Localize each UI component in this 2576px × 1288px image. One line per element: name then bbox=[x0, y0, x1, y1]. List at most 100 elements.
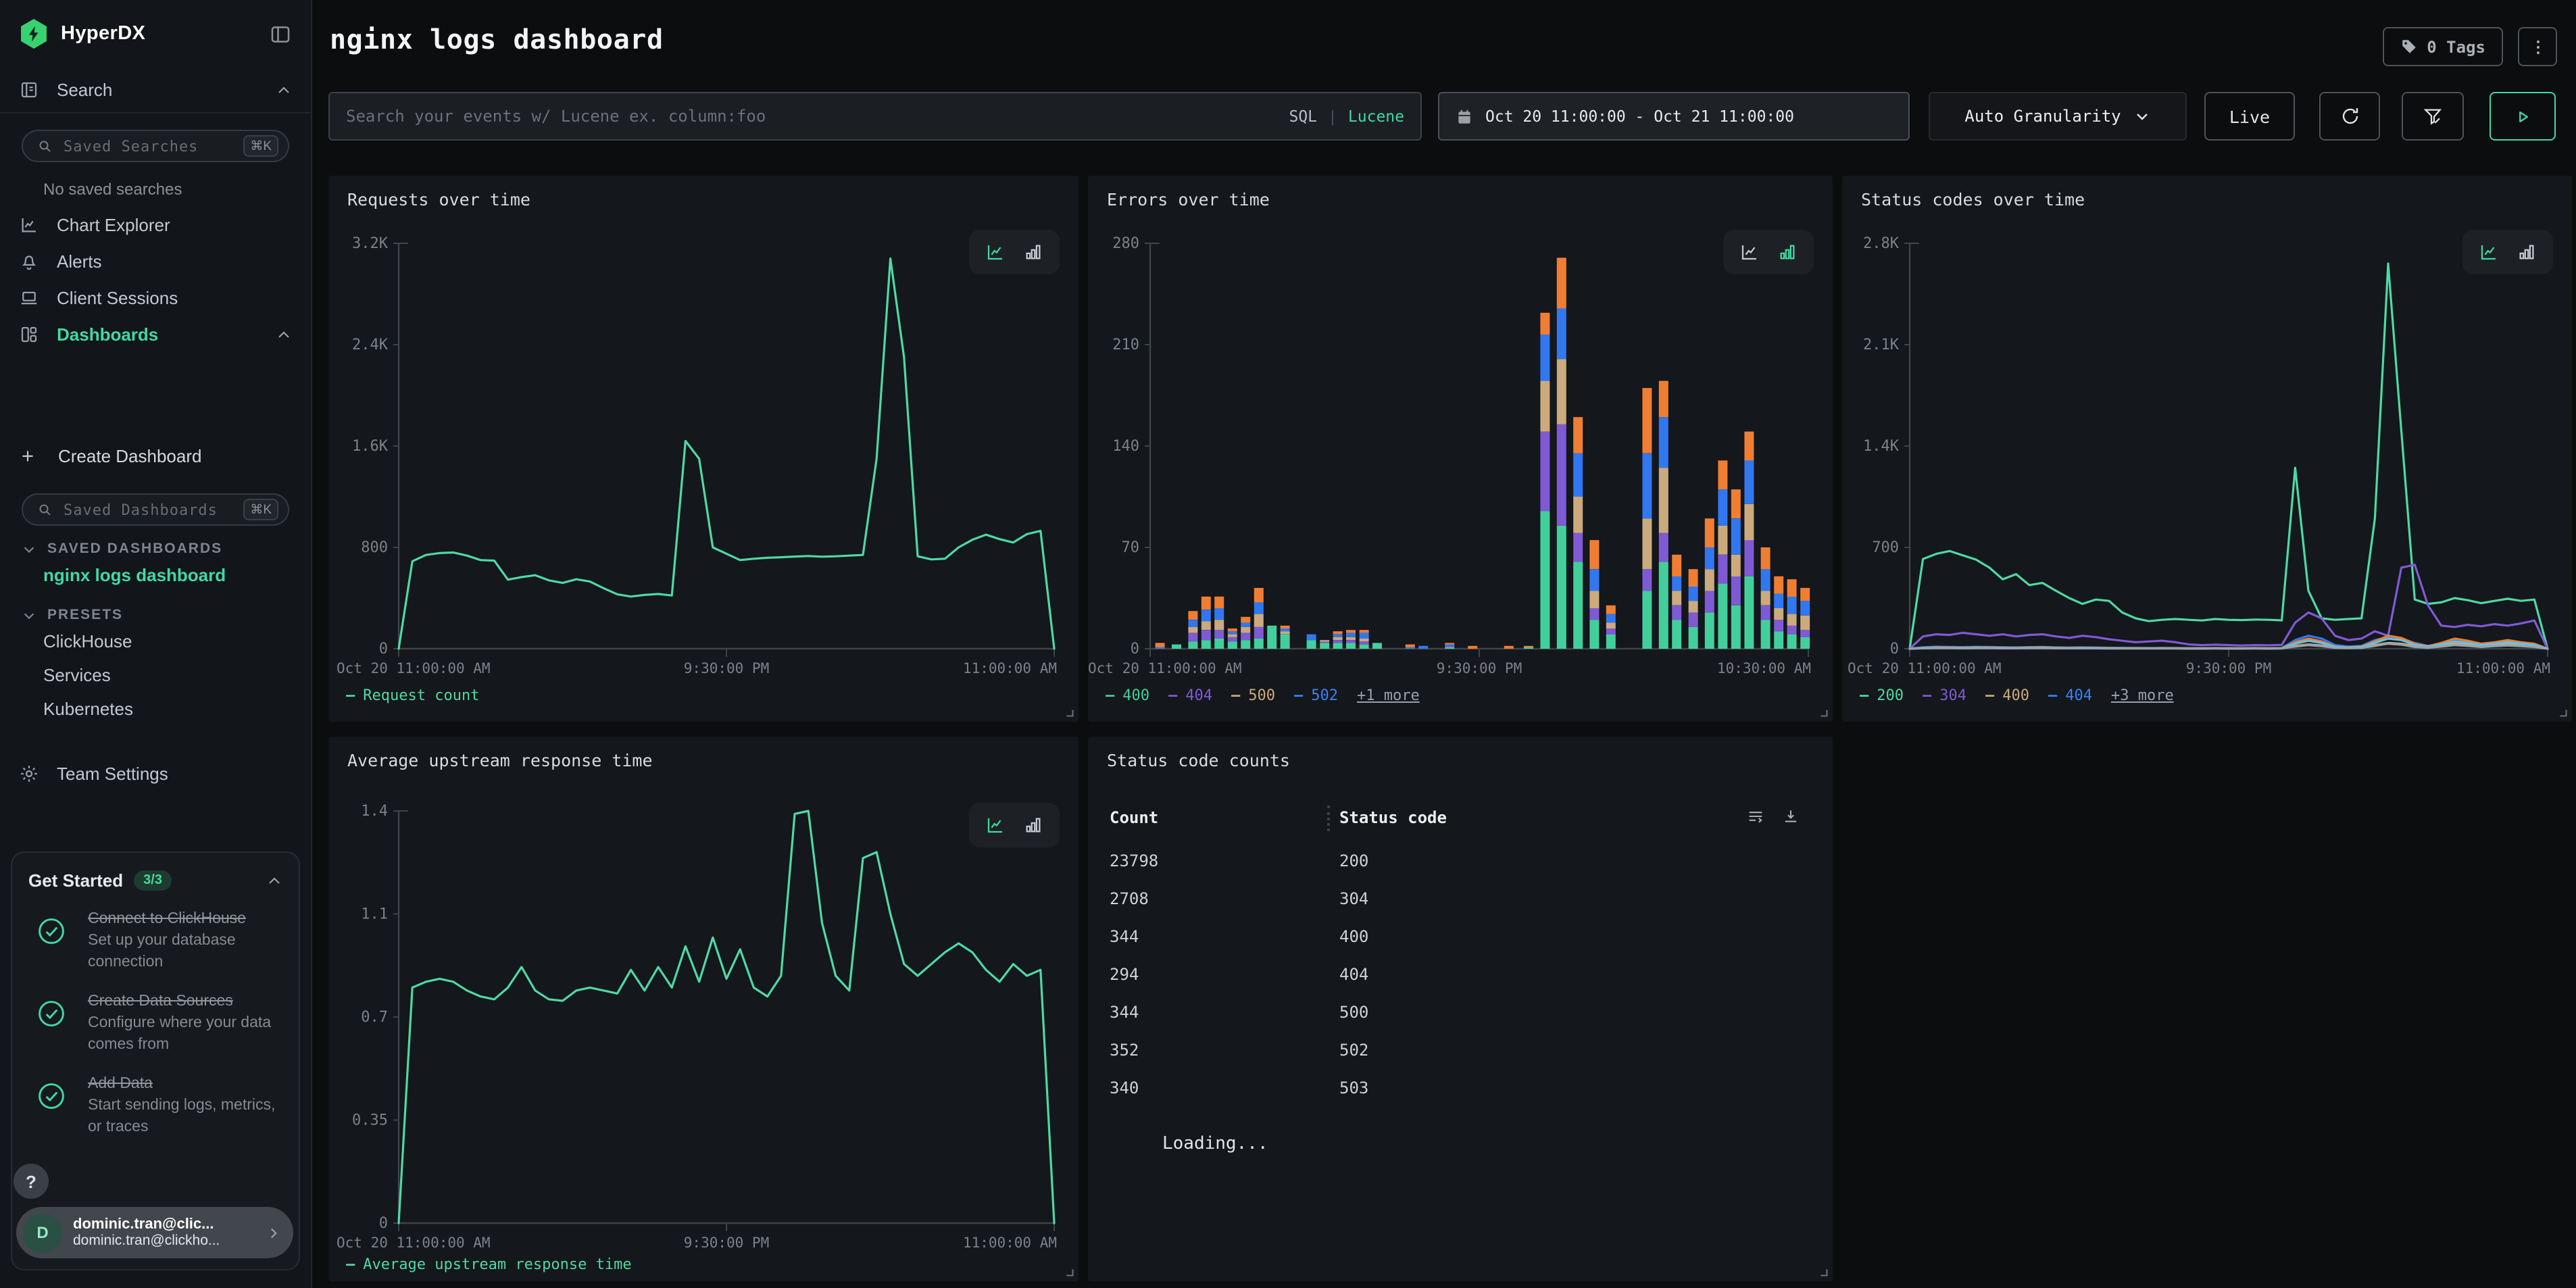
sidebar-item-kubernetes[interactable]: Kubernetes bbox=[0, 692, 311, 726]
page-title: nginx logs dashboard bbox=[330, 23, 664, 55]
sidebar-item-search[interactable]: Search bbox=[0, 68, 311, 114]
get-started-step: Add Data Start sending logs, metrics, or… bbox=[28, 1074, 282, 1139]
sidebar-item-chart-explorer[interactable]: Chart Explorer bbox=[0, 207, 311, 243]
live-button[interactable]: Live bbox=[2204, 92, 2295, 141]
tags-button[interactable]: 0 Tags bbox=[2382, 27, 2503, 66]
panel-errors-over-time: Errors over time 280210140700Oct 20 11:0… bbox=[1088, 176, 1833, 722]
svg-text:0: 0 bbox=[1890, 641, 1899, 658]
svg-text:2.1K: 2.1K bbox=[1863, 337, 1900, 353]
filter-button[interactable] bbox=[2402, 92, 2464, 141]
sidebar-item-services[interactable]: Services bbox=[0, 658, 311, 692]
shortcut-badge: ⌘K bbox=[243, 135, 278, 157]
download-icon[interactable] bbox=[1781, 807, 1800, 826]
laptop-icon bbox=[19, 288, 39, 308]
sidebar-item-alerts[interactable]: Alerts bbox=[0, 243, 311, 280]
svg-text:0: 0 bbox=[379, 641, 388, 658]
chevron-up-icon[interactable] bbox=[276, 326, 292, 343]
avatar: D bbox=[23, 1213, 62, 1252]
lucene-toggle[interactable]: Lucene bbox=[1348, 107, 1404, 126]
saved-searches-input[interactable]: Saved Searches ⌘K bbox=[22, 130, 289, 162]
legend-item: —200 bbox=[1860, 687, 1904, 704]
legend-item: —304 bbox=[1923, 687, 1966, 704]
chevron-up-icon[interactable] bbox=[266, 872, 282, 889]
chart-line-icon bbox=[19, 215, 39, 235]
svg-text:9:30:00 PM: 9:30:00 PM bbox=[684, 660, 769, 676]
table-row[interactable]: 2708304 bbox=[1088, 880, 1833, 918]
svg-text:0.7: 0.7 bbox=[361, 1009, 388, 1026]
user-account-button[interactable]: D dominic.tran@clic... dominic.tran@clic… bbox=[16, 1207, 293, 1258]
wrap-lines-icon[interactable] bbox=[1746, 807, 1765, 826]
resize-handle-icon[interactable] bbox=[1815, 704, 1829, 718]
sidebar-item-nginx-logs-dashboard[interactable]: nginx logs dashboard bbox=[0, 558, 311, 592]
user-email: dominic.tran@clickho... bbox=[73, 1233, 265, 1249]
chevron-right-icon bbox=[265, 1224, 282, 1241]
resize-handle-icon[interactable] bbox=[1061, 1264, 1074, 1277]
table-row[interactable]: 344400 bbox=[1088, 918, 1833, 956]
requests-chart: 3.2K2.4K1.6K8000Oct 20 11:00:00 AM9:30:0… bbox=[328, 176, 1079, 722]
tag-icon bbox=[2400, 38, 2417, 55]
errors-chart: 280210140700Oct 20 11:00:00 AM9:30:00 PM… bbox=[1088, 176, 1833, 722]
table-row[interactable]: 352502 bbox=[1088, 1031, 1833, 1069]
svg-text:10:30:00 AM: 10:30:00 AM bbox=[1717, 660, 1811, 676]
chevron-down-icon bbox=[2135, 108, 2151, 124]
svg-text:Oct 20 11:00:00 AM: Oct 20 11:00:00 AM bbox=[1088, 660, 1242, 676]
legend-item: —404 bbox=[2048, 687, 2092, 704]
create-dashboard-button[interactable]: Create Dashboard bbox=[0, 437, 311, 474]
shortcut-badge: ⌘K bbox=[243, 499, 278, 520]
hyperdx-logo-icon bbox=[19, 19, 49, 49]
more-menu-button[interactable] bbox=[2518, 27, 2557, 66]
saved-dashboards-input[interactable]: Saved Dashboards ⌘K bbox=[22, 493, 289, 526]
sidebar-item-client-sessions[interactable]: Client Sessions bbox=[0, 280, 311, 316]
run-query-button[interactable] bbox=[2490, 92, 2556, 141]
help-button[interactable]: ? bbox=[14, 1164, 49, 1199]
svg-text:1.6K: 1.6K bbox=[352, 438, 389, 455]
svg-text:700: 700 bbox=[1872, 539, 1899, 556]
legend-more-link[interactable]: +1 more bbox=[1357, 687, 1420, 704]
sidebar-item-clickhouse[interactable]: ClickHouse bbox=[0, 624, 311, 658]
chart-legend: —200 —304 —400 —404 +3 more bbox=[1860, 687, 2174, 704]
resize-handle-icon[interactable] bbox=[1061, 704, 1074, 718]
column-resize-handle[interactable] bbox=[1327, 806, 1330, 831]
panel-status-code-counts: Status code counts Count Status code 237… bbox=[1088, 737, 1833, 1281]
granularity-select[interactable]: Auto Granularity bbox=[1929, 92, 2187, 141]
date-range-picker[interactable]: Oct 20 11:00:00 - Oct 21 11:00:00 bbox=[1438, 92, 1910, 141]
svg-text:280: 280 bbox=[1112, 235, 1139, 252]
loading-text: Loading... bbox=[1162, 1134, 1268, 1169]
svg-text:11:00:00 AM: 11:00:00 AM bbox=[963, 660, 1057, 676]
filter-icon bbox=[2422, 105, 2444, 127]
sql-toggle[interactable]: SQL bbox=[1289, 107, 1317, 126]
table-row[interactable]: 344500 bbox=[1088, 993, 1833, 1031]
column-header-count[interactable]: Count bbox=[1110, 808, 1158, 827]
chart-legend: —Request count bbox=[346, 687, 479, 704]
saved-dashboards-section-header[interactable]: SAVED DASHBOARDS bbox=[0, 526, 311, 558]
legend-item: —Average upstream response time bbox=[346, 1256, 632, 1273]
logo-row: HyperDX bbox=[0, 0, 311, 68]
step-desc: Set up your database connection bbox=[88, 931, 282, 973]
svg-text:2.8K: 2.8K bbox=[1863, 235, 1900, 252]
svg-text:9:30:00 PM: 9:30:00 PM bbox=[1437, 660, 1522, 676]
column-header-status-code[interactable]: Status code bbox=[1339, 808, 1447, 827]
dashboards-grid-icon bbox=[19, 324, 39, 345]
sidebar-item-team-settings[interactable]: Team Settings bbox=[0, 756, 311, 792]
table-row[interactable]: 23798200 bbox=[1088, 842, 1833, 880]
svg-text:2.4K: 2.4K bbox=[352, 337, 389, 353]
refresh-button[interactable] bbox=[2319, 92, 2380, 141]
svg-text:0: 0 bbox=[379, 1215, 388, 1232]
event-search-input[interactable]: Search your events w/ Lucene ex. column:… bbox=[328, 92, 1422, 141]
presets-section-header[interactable]: PRESETS bbox=[0, 592, 311, 624]
search-icon bbox=[36, 501, 53, 518]
legend-item: —500 bbox=[1231, 687, 1275, 704]
table-row[interactable]: 294404 bbox=[1088, 956, 1833, 993]
collapse-sidebar-icon[interactable] bbox=[269, 22, 292, 45]
resize-handle-icon[interactable] bbox=[1815, 1264, 1829, 1277]
table-row[interactable]: 340503 bbox=[1088, 1069, 1833, 1107]
legend-more-link[interactable]: +3 more bbox=[2111, 687, 2174, 704]
resize-handle-icon[interactable] bbox=[2554, 704, 2568, 718]
search-placeholder: Search your events w/ Lucene ex. column:… bbox=[346, 107, 1289, 126]
svg-text:0: 0 bbox=[1131, 641, 1139, 658]
get-started-step: Create Data Sources Configure where your… bbox=[28, 991, 282, 1056]
chevron-up-icon[interactable] bbox=[276, 82, 292, 98]
legend-item: —400 bbox=[1985, 687, 2029, 704]
svg-text:Oct 20 11:00:00 AM: Oct 20 11:00:00 AM bbox=[1848, 660, 2002, 676]
sidebar-item-dashboards[interactable]: Dashboards bbox=[0, 316, 311, 353]
